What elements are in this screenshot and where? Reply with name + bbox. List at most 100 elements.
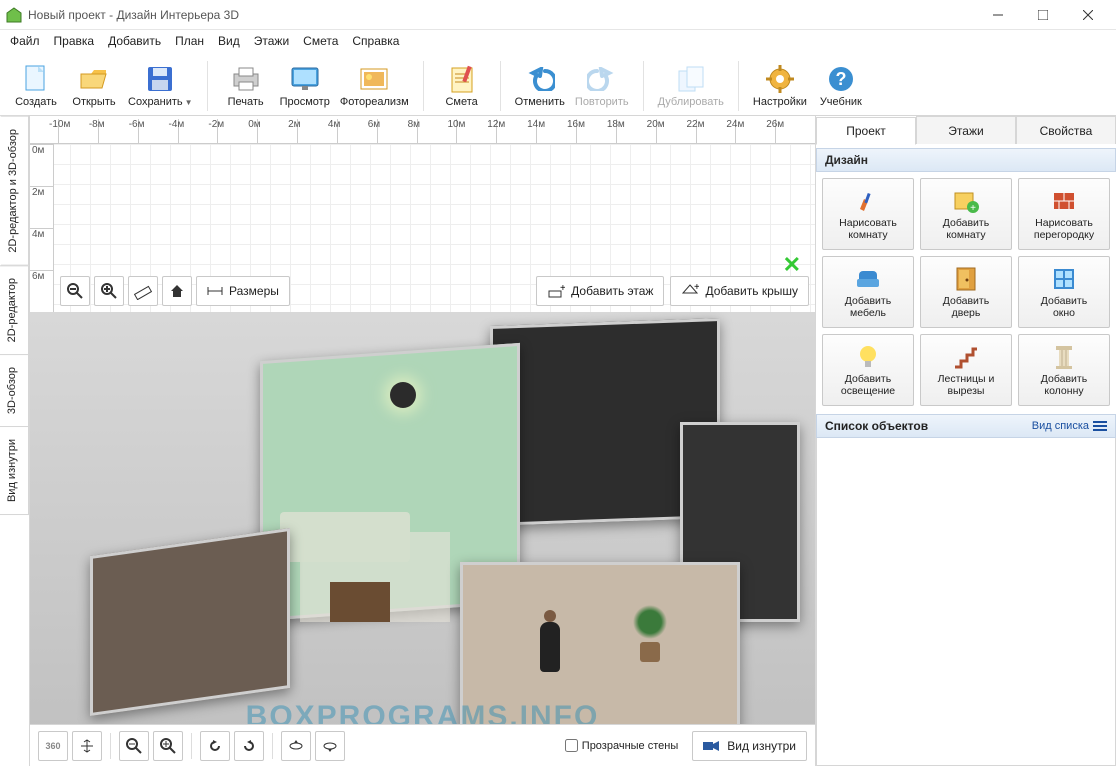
duplicate-button[interactable]: Дублировать: [654, 58, 728, 114]
tab-2d-3d[interactable]: 2D-редактор и 3D-обзор: [0, 116, 29, 266]
lightbulb-icon: [854, 343, 882, 371]
redo-icon: [587, 64, 617, 94]
folder-open-icon: [79, 64, 109, 94]
stairs-cuts-button[interactable]: Лестницы ивырезы: [920, 334, 1012, 406]
draw-room-button[interactable]: Нарисоватькомнату: [822, 178, 914, 250]
close-button[interactable]: [1065, 1, 1110, 29]
main-toolbar: Создать Открыть Сохранить▼ Печать Просмо…: [0, 52, 1116, 116]
dimensions-icon: [207, 284, 223, 298]
manual-button[interactable]: ?Учебник: [813, 58, 869, 114]
tab-project[interactable]: Проект: [816, 117, 916, 145]
view-3d[interactable]: BOXPROGRAMS.INFO 360 Прозрачные стены Ви…: [30, 312, 815, 766]
add-room-button[interactable]: +Добавитькомнату: [920, 178, 1012, 250]
window-title: Новый проект - Дизайн Интерьера 3D: [28, 8, 975, 22]
brush-icon: [854, 187, 882, 215]
duplicate-icon: [676, 64, 706, 94]
add-floor-button[interactable]: +Добавить этаж: [536, 276, 664, 306]
rotate-left-button[interactable]: [200, 731, 230, 761]
gear-icon: [765, 64, 795, 94]
camera-icon: [703, 740, 721, 752]
inside-view-button[interactable]: Вид изнутри: [692, 731, 807, 761]
menu-floors[interactable]: Этажи: [254, 34, 289, 48]
monitor-icon: [290, 64, 320, 94]
list-icon: [1093, 420, 1107, 432]
grid-2d-area[interactable]: 0м 2м 4м 6м ✕ Размеры +Добавить этаж +До…: [30, 144, 815, 312]
pan-button[interactable]: [72, 731, 102, 761]
window-icon: [1050, 265, 1078, 293]
add-roof-button[interactable]: +Добавить крышу: [670, 276, 809, 306]
left-view-tabs: 2D-редактор и 3D-обзор 2D-редактор 3D-об…: [0, 116, 30, 766]
360-button[interactable]: 360: [38, 731, 68, 761]
add-window-button[interactable]: Добавитьокно: [1018, 256, 1110, 328]
ruler-vertical: 0м 2м 4м 6м: [30, 144, 54, 312]
menubar: Файл Правка Добавить План Вид Этажи Смет…: [0, 30, 1116, 52]
create-button[interactable]: Создать: [8, 58, 64, 114]
menu-plan[interactable]: План: [175, 34, 204, 48]
sizes-button[interactable]: Размеры: [196, 276, 290, 306]
svg-text:+: +: [560, 283, 565, 294]
room-plus-icon: +: [952, 187, 980, 215]
menu-edit[interactable]: Правка: [54, 34, 95, 48]
floorplan-render: [90, 322, 805, 720]
view-list-link[interactable]: Вид списка: [1032, 420, 1107, 432]
add-furniture-button[interactable]: Добавитьмебель: [822, 256, 914, 328]
rotate-right-button[interactable]: [234, 731, 264, 761]
design-section-header: Дизайн: [816, 148, 1116, 172]
transparent-walls-checkbox[interactable]: Прозрачные стены: [565, 739, 678, 752]
zoom-out-button[interactable]: [60, 276, 90, 306]
origin-marker-icon: ✕: [783, 252, 801, 278]
maximize-button[interactable]: [1020, 1, 1065, 29]
photoreal-button[interactable]: Фотореализм: [336, 58, 413, 114]
save-icon: [145, 64, 175, 94]
center-viewport: -10м -8м -6м -4м -2м 0м 2м 4м 6м 8м 10м …: [30, 116, 816, 766]
printer-icon: [231, 64, 261, 94]
tilt-up-button[interactable]: [281, 731, 311, 761]
draw-partition-button[interactable]: Нарисоватьперегородку: [1018, 178, 1110, 250]
stairs-icon: [952, 343, 980, 371]
zoom-out-3d-button[interactable]: [119, 731, 149, 761]
menu-view[interactable]: Вид: [218, 34, 240, 48]
add-door-button[interactable]: Добавитьдверь: [920, 256, 1012, 328]
column-icon: [1050, 343, 1078, 371]
menu-file[interactable]: Файл: [10, 34, 40, 48]
estimate-button[interactable]: Смета: [434, 58, 490, 114]
tab-floors[interactable]: Этажи: [916, 116, 1016, 144]
add-floor-icon: +: [547, 283, 565, 299]
object-list-header: Список объектов Вид списка: [816, 414, 1116, 438]
zoom-in-button[interactable]: [94, 276, 124, 306]
open-button[interactable]: Открыть: [66, 58, 122, 114]
svg-text:+: +: [694, 283, 699, 293]
armchair-icon: [854, 265, 882, 293]
menu-help[interactable]: Справка: [352, 34, 399, 48]
tab-2d[interactable]: 2D-редактор: [0, 265, 29, 355]
menu-add[interactable]: Добавить: [108, 34, 161, 48]
object-list[interactable]: [816, 438, 1116, 766]
notepad-icon: [447, 64, 477, 94]
app-icon: [6, 7, 22, 23]
home-button[interactable]: [162, 276, 192, 306]
tilt-down-button[interactable]: [315, 731, 345, 761]
measure-button[interactable]: [128, 276, 158, 306]
redo-button[interactable]: Повторить: [571, 58, 633, 114]
ruler-horizontal: -10м -8м -6м -4м -2м 0м 2м 4м 6м 8м 10м …: [30, 116, 815, 144]
add-light-button[interactable]: Добавитьосвещение: [822, 334, 914, 406]
undo-button[interactable]: Отменить: [511, 58, 569, 114]
menu-estimate[interactable]: Смета: [303, 34, 338, 48]
right-panel: Проект Этажи Свойства Дизайн Нарисоватьк…: [816, 116, 1116, 766]
door-icon: [952, 265, 980, 293]
minimize-button[interactable]: [975, 1, 1020, 29]
add-column-button[interactable]: Добавитьколонну: [1018, 334, 1110, 406]
tab-properties[interactable]: Свойства: [1016, 116, 1116, 144]
photoreal-icon: [359, 64, 389, 94]
svg-text:+: +: [970, 203, 976, 213]
save-button[interactable]: Сохранить▼: [124, 58, 197, 114]
settings-button[interactable]: Настройки: [749, 58, 811, 114]
preview-button[interactable]: Просмотр: [276, 58, 334, 114]
brick-wall-icon: [1050, 187, 1078, 215]
print-button[interactable]: Печать: [218, 58, 274, 114]
svg-text:?: ?: [835, 69, 846, 89]
zoom-in-3d-button[interactable]: [153, 731, 183, 761]
tab-inside[interactable]: Вид изнутри: [0, 426, 29, 515]
chevron-down-icon: ▼: [185, 98, 193, 107]
tab-3d[interactable]: 3D-обзор: [0, 354, 29, 427]
